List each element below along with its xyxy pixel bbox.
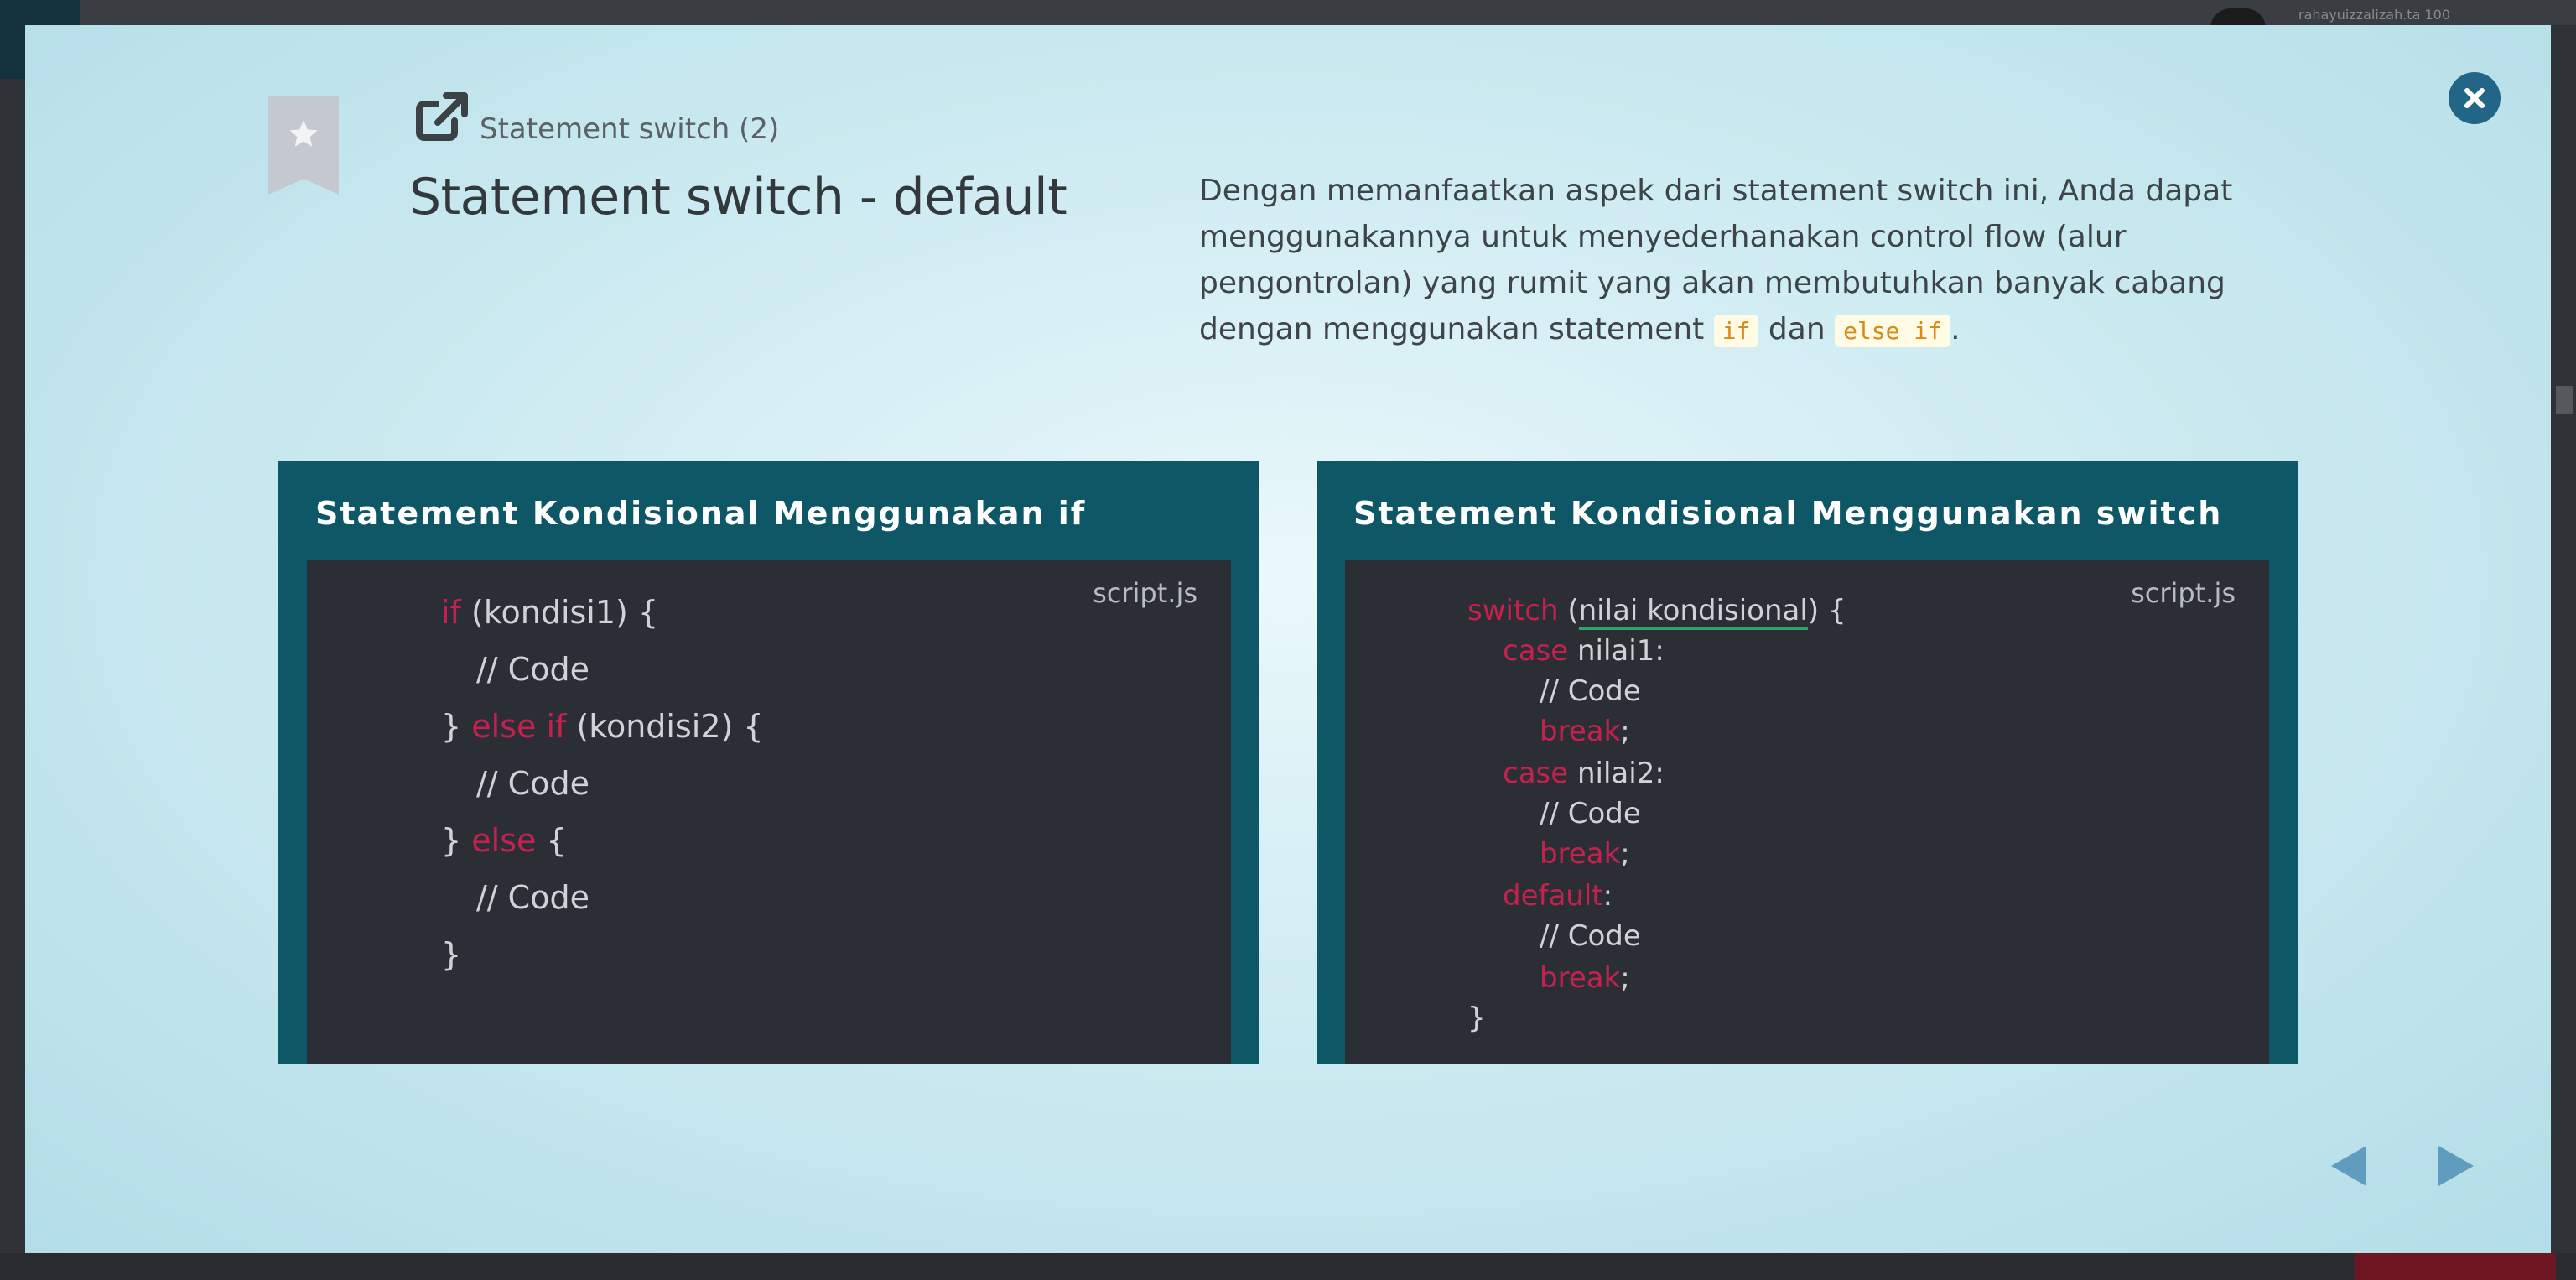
username-label: rahayuizzalizah.ta 100 (2298, 7, 2450, 23)
description-text: . (1950, 312, 1961, 346)
inline-code-else-if: else if (1835, 315, 1951, 347)
slide-subtitle: Statement switch (2) (480, 112, 780, 146)
code-block: script.js switch (nilai kondisional) { c… (1345, 560, 2269, 1064)
code-line: break; (1540, 715, 1630, 748)
code-line: // Code (476, 879, 589, 916)
code-block: script.js if (kondisi1) { // Code } else… (307, 560, 1231, 1064)
code-card-if: Statement Kondisional Menggunakan if scr… (278, 461, 1259, 1064)
code-line: // Code (476, 651, 589, 688)
background-top-bar (0, 0, 2576, 25)
slide-description: Dengan memanfaatkan aspek dari statement… (1199, 168, 2247, 354)
filename-label: script.js (2131, 577, 2236, 609)
background-bottom-bar (0, 1253, 2576, 1280)
code-line: // Code (1540, 919, 1641, 953)
slide-modal: Statement switch (2) Statement switch - … (25, 25, 2551, 1253)
code-line: // Code (476, 765, 589, 802)
code-line: break; (1540, 961, 1630, 995)
description-text: dan (1758, 312, 1836, 346)
bookmark-button[interactable] (268, 96, 339, 195)
code-line: switch (nilai kondisional) { (1467, 594, 1846, 630)
slide-title: Statement switch - default (409, 168, 1067, 226)
code-line: // Code (1540, 674, 1641, 708)
code-line: default: (1503, 879, 1613, 913)
code-line: } (1467, 1002, 1486, 1035)
arrow-right-icon[interactable] (2428, 1141, 2479, 1191)
close-icon (2464, 88, 2485, 108)
scrollbar-thumb[interactable] (2556, 386, 2573, 414)
arrow-left-icon[interactable] (2326, 1141, 2376, 1191)
external-link-icon[interactable] (413, 91, 471, 143)
card-title: Statement Kondisional Menggunakan if (315, 495, 1087, 532)
inline-code-if: if (1713, 315, 1759, 347)
card-title: Statement Kondisional Menggunakan switch (1353, 495, 2223, 532)
background-contact-button[interactable] (2355, 1253, 2556, 1280)
code-line: } else if (kondisi2) { (441, 708, 764, 745)
code-line: } else { (441, 822, 567, 859)
close-button[interactable] (2449, 72, 2501, 124)
code-line: case nilai2: (1503, 757, 1665, 790)
code-line: break; (1540, 837, 1630, 871)
code-line: } (441, 936, 462, 973)
code-line: // Code (1540, 797, 1641, 830)
filename-label: script.js (1093, 577, 1197, 609)
code-line: case nilai1: (1503, 634, 1665, 668)
code-card-switch: Statement Kondisional Menggunakan switch… (1317, 461, 2298, 1064)
code-line: if (kondisi1) { (441, 594, 659, 631)
star-icon (289, 120, 318, 147)
